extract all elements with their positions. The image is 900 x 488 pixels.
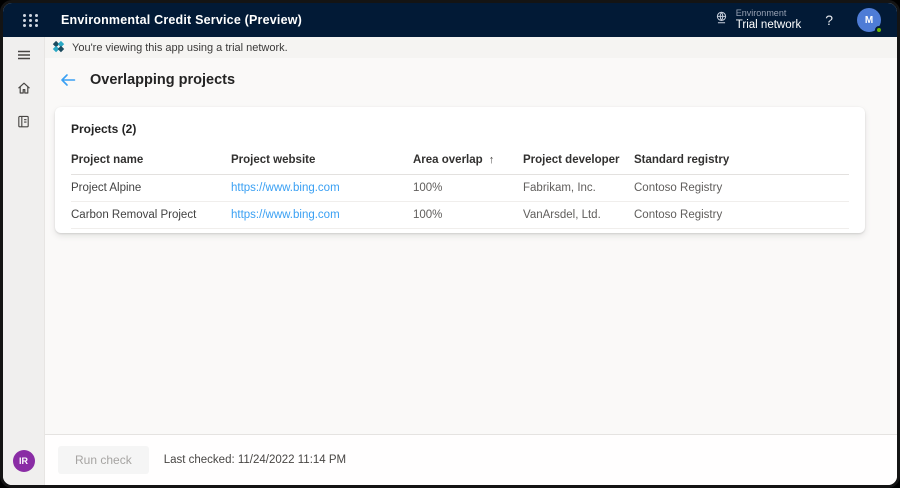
session-avatar[interactable]: IR [12,450,35,472]
column-header-project-name[interactable]: Project name [71,154,231,166]
cell-area-overlap: 100% [413,182,443,194]
cell-area-overlap: 100% [413,209,443,221]
environment-switcher[interactable]: Environment Trial network [714,8,801,32]
sort-ascending-icon: ↑ [488,153,495,166]
cell-project-name: Project Alpine [71,182,142,194]
user-avatar[interactable]: M [857,8,883,34]
hamburger-menu-icon[interactable] [15,46,33,64]
cell-project-developer: VanArsdel, Ltd. [523,209,601,221]
presence-indicator [875,26,883,34]
waffle-menu-icon[interactable] [23,13,39,27]
cell-project-website-link[interactable]: https://www.bing.com [231,209,413,221]
main-area: IR You're viewing this app using a trial… [3,37,897,485]
column-header-project-developer[interactable]: Project developer [523,154,634,166]
right-column: You're viewing this app using a trial ne… [45,37,897,485]
column-header-area-overlap-label: Area overlap [413,153,483,166]
app-window: Environmental Credit Service (Preview) E… [0,0,900,488]
table-row[interactable]: Project Alpine https://www.bing.com 100%… [71,175,849,202]
avatar-initial: M [864,14,874,26]
help-button[interactable]: ? [825,12,833,28]
page-header: Overlapping projects [45,58,897,88]
column-header-project-website[interactable]: Project website [231,154,413,166]
app-title: Environmental Credit Service (Preview) [61,13,303,27]
home-icon[interactable] [15,79,33,97]
trial-banner-message: You're viewing this app using a trial ne… [72,41,288,54]
environment-text: Environment Trial network [736,8,801,32]
back-arrow-icon[interactable] [60,73,76,87]
left-nav: IR [3,37,45,485]
trial-network-icon [52,40,65,56]
cell-project-website-link[interactable]: https://www.bing.com [231,182,413,194]
environment-value: Trial network [735,18,802,31]
trial-network-banner: You're viewing this app using a trial ne… [45,37,897,58]
last-checked-text: Last checked: 11/24/2022 11:14 PM [163,454,347,466]
environment-icon [714,10,729,30]
run-check-button[interactable]: Run check [58,446,149,474]
projects-card: Projects (2) Project name Project websit… [55,107,865,233]
session-avatar-initials: IR [19,456,28,466]
top-bar: Environmental Credit Service (Preview) E… [3,3,897,37]
column-header-area-overlap[interactable]: Area overlap ↑ [413,154,523,166]
cell-standard-registry: Contoso Registry [634,182,723,194]
column-header-standard-registry[interactable]: Standard registry [634,154,849,166]
page-title: Overlapping projects [90,72,236,88]
table-header-row: Project name Project website Area overla… [71,145,849,175]
cell-standard-registry: Contoso Registry [634,209,723,221]
projects-table: Project name Project website Area overla… [71,145,849,229]
footer-bar: Run check Last checked: 11/24/2022 11:14… [45,434,897,485]
environment-label: Environment [735,8,787,19]
cell-project-developer: Fabrikam, Inc. [523,182,596,194]
topbar-right: Environment Trial network ? M [714,8,883,34]
projects-ledger-icon[interactable] [15,112,33,130]
projects-card-title: Projects (2) [71,122,137,136]
page-content: Overlapping projects Projects (2) Projec… [45,58,897,434]
cell-project-name: Carbon Removal Project [71,209,197,221]
table-row[interactable]: Carbon Removal Project https://www.bing.… [71,202,849,229]
